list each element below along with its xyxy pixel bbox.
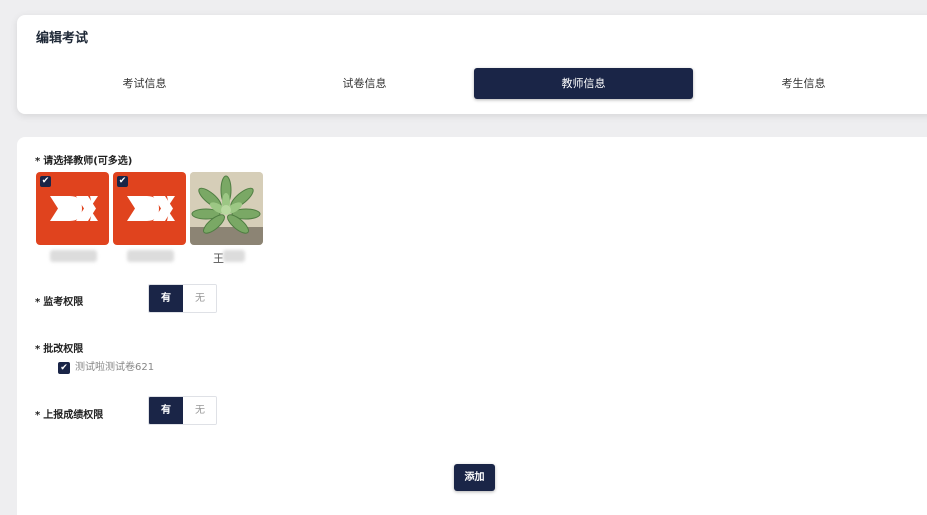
tab-student-info[interactable]: 考生信息	[694, 68, 913, 99]
report-yes-option[interactable]: 有	[149, 397, 183, 424]
teacher-card-1[interactable]: ✔	[36, 172, 109, 245]
teacher-card-3[interactable]	[190, 172, 263, 245]
proctor-label: * 监考权限	[35, 293, 83, 308]
tab-exam-info[interactable]: 考试信息	[35, 68, 254, 99]
teacher-2-name	[127, 250, 174, 262]
page-title: 编辑考试	[36, 31, 89, 46]
required-mark: *	[35, 297, 41, 308]
tab-paper-info[interactable]: 试卷信息	[255, 68, 474, 99]
report-label: * 上报成绩权限	[35, 406, 103, 421]
teacher-3-name	[223, 250, 245, 262]
report-label-text: 上报成绩权限	[43, 410, 104, 421]
required-mark: *	[35, 344, 41, 355]
teacher-card-2[interactable]: ✔	[113, 172, 186, 245]
required-mark: *	[35, 410, 41, 421]
teachers-label-text: 请选择教师(可多选)	[43, 156, 133, 167]
grading-paper-checkbox[interactable]: ✔	[58, 362, 70, 374]
report-no-option[interactable]: 无	[183, 397, 216, 424]
proctor-toggle[interactable]: 有 无	[148, 284, 217, 313]
teacher-form: * 请选择教师(可多选) ✔ ✔ 王 * 监考权限 有 无 * 批改权限 ✔ 测…	[17, 137, 927, 515]
grading-label: * 批改权限	[35, 340, 83, 355]
tab-teacher-info[interactable]: 教师信息	[474, 68, 693, 99]
teachers-label: * 请选择教师(可多选)	[35, 152, 132, 167]
report-toggle[interactable]: 有 无	[148, 396, 217, 425]
add-button[interactable]: 添加	[454, 464, 495, 491]
proctor-no-option[interactable]: 无	[183, 285, 216, 312]
grading-label-text: 批改权限	[43, 344, 84, 355]
proctor-label-text: 监考权限	[43, 297, 84, 308]
teacher-1-name	[50, 250, 97, 262]
grading-paper-label: 测试啦测试卷621	[75, 362, 155, 373]
teacher-1-checkbox[interactable]: ✔	[40, 176, 51, 187]
header-card: 编辑考试 考试信息 试卷信息 教师信息 考生信息	[17, 15, 927, 114]
proctor-yes-option[interactable]: 有	[149, 285, 183, 312]
succulent-photo-icon	[190, 172, 263, 245]
required-mark: *	[35, 156, 41, 167]
teacher-2-checkbox[interactable]: ✔	[117, 176, 128, 187]
